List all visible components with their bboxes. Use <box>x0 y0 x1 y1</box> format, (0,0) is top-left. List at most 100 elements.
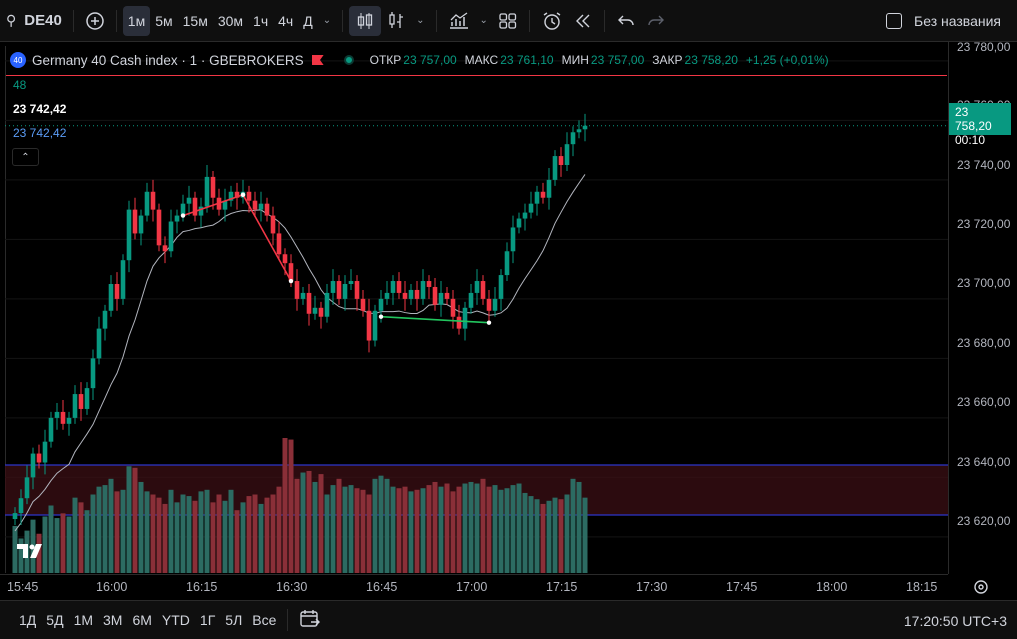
flag-icon[interactable] <box>311 55 324 65</box>
volume-bar <box>276 486 282 573</box>
volume-bar <box>240 502 246 573</box>
candle-body <box>516 218 522 228</box>
collapse-legend-button[interactable]: ⌃ <box>12 148 39 166</box>
candle-body <box>12 513 18 520</box>
volume-bar <box>558 499 564 573</box>
candle-body <box>138 215 144 234</box>
candle-body <box>24 477 30 499</box>
open-label: ОТКР <box>369 53 402 67</box>
indicator-length[interactable]: 48 <box>13 78 26 92</box>
range-1m[interactable]: 1М <box>69 612 98 628</box>
volume-bar <box>498 489 504 573</box>
range-1y[interactable]: 1Г <box>195 612 220 628</box>
candle-body <box>66 417 72 424</box>
candle-body <box>492 298 498 311</box>
candle-body <box>348 281 354 284</box>
candle-body <box>456 316 462 329</box>
volume-bar <box>414 489 420 573</box>
range-5d[interactable]: 5Д <box>41 612 68 628</box>
chart-canvas[interactable] <box>0 0 948 574</box>
candle-body <box>270 215 276 234</box>
calendar-icon <box>300 609 321 627</box>
volume-bar <box>546 500 552 573</box>
price-tick: 23 780,00 <box>957 40 1011 54</box>
candle-body <box>534 191 540 204</box>
volume-bar <box>174 502 180 573</box>
market-status-icon[interactable] <box>343 55 354 65</box>
candle-body <box>246 191 252 201</box>
volume-bar <box>264 497 270 573</box>
volume-bar <box>366 494 372 573</box>
candle-body <box>552 156 558 180</box>
candle-body <box>354 281 360 299</box>
candle-body <box>420 281 426 299</box>
scale-settings-button[interactable] <box>972 578 990 596</box>
candle-body <box>42 441 48 463</box>
candle-body <box>84 388 90 409</box>
candle-body <box>360 298 366 311</box>
change-value: +1,25 (+0,01%) <box>745 53 829 67</box>
volume-bar <box>444 483 450 573</box>
time-axis[interactable]: 15:45 16:00 16:15 16:30 16:45 17:00 17:1… <box>0 574 948 598</box>
volume-bar <box>426 485 432 573</box>
volume-bar <box>150 494 156 573</box>
volume-bar <box>528 496 534 573</box>
symbol-badge-icon: 40 <box>10 52 26 68</box>
indicator-value-white[interactable]: 23 742,42 <box>13 102 66 116</box>
volume-bar <box>144 491 150 573</box>
range-6m[interactable]: 6М <box>127 612 156 628</box>
volume-bar <box>270 494 276 573</box>
drawing-anchor <box>288 278 294 284</box>
volume-bar <box>492 485 498 573</box>
candle-body <box>90 358 96 389</box>
candle-body <box>318 307 324 317</box>
tradingview-logo[interactable] <box>17 542 49 565</box>
goto-date-button[interactable] <box>294 609 326 632</box>
volume-bar <box>474 483 480 573</box>
range-3m[interactable]: 3М <box>98 612 127 628</box>
volume-bar <box>282 438 288 573</box>
candle-body <box>558 156 564 165</box>
candle-body <box>168 221 174 252</box>
volume-bar <box>120 489 126 573</box>
clock-timezone[interactable]: 17:20:50 UTC+3 <box>904 613 1007 629</box>
candle-body <box>144 191 150 216</box>
volume-bar <box>258 503 264 573</box>
volume-bar <box>372 478 378 573</box>
volume-bar <box>330 485 336 573</box>
candle-body <box>54 411 60 418</box>
volume-bar <box>468 481 474 573</box>
candle-body <box>204 176 210 207</box>
candle-body <box>156 209 162 246</box>
drawing-anchor <box>378 314 384 319</box>
volume-bar <box>138 481 144 573</box>
candle-body <box>294 281 300 299</box>
legend-title[interactable]: Germany 40 Cash index · 1 · GBEBROKERS <box>32 53 304 68</box>
candle-body <box>132 209 138 234</box>
volume-bar <box>402 486 408 573</box>
candle-body <box>162 245 168 252</box>
candle-body <box>18 498 24 514</box>
candle-body <box>540 191 546 198</box>
indicator-value-blue[interactable]: 23 742,42 <box>13 126 66 140</box>
range-all[interactable]: Все <box>247 612 281 628</box>
volume-bar <box>396 488 402 573</box>
legend-underline <box>6 75 947 76</box>
volume-bar <box>306 470 312 573</box>
volume-bar <box>84 510 90 573</box>
range-1d[interactable]: 1Д <box>14 612 41 628</box>
volume-bar <box>438 486 444 573</box>
volume-bar <box>132 467 138 573</box>
volume-bar <box>162 503 168 573</box>
low-value: 23 757,00 <box>590 53 645 67</box>
candle-body <box>96 328 102 359</box>
close-label: ЗАКР <box>652 53 683 67</box>
gear-icon <box>974 580 988 594</box>
candle-body <box>468 292 474 308</box>
candle-body <box>414 289 420 299</box>
candle-body <box>306 292 312 314</box>
time-tick: 17:15 <box>546 580 578 594</box>
candle-body <box>402 292 408 299</box>
range-ytd[interactable]: YTD <box>157 612 195 628</box>
range-5y[interactable]: 5Л <box>220 612 247 628</box>
